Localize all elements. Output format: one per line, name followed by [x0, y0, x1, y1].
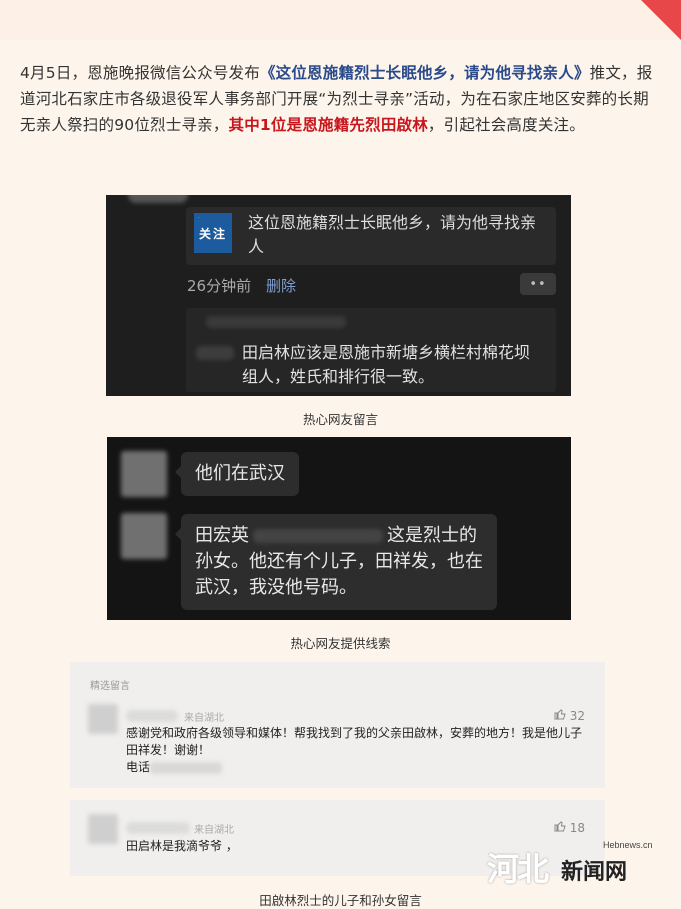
comment-text-2: 田启林是我滴爷爷 ， [126, 839, 238, 853]
logo-name: 新闻网 [561, 860, 628, 885]
comment-phone-line: 电话 [126, 759, 223, 776]
thumb-caption: · [198, 215, 200, 221]
top-bar [0, 0, 681, 40]
intro-highlight: 其中1位是恩施籍先烈田啟林 [228, 116, 428, 134]
caption-3: 田啟林烈士的儿子和孙女留言 [259, 893, 422, 908]
chat-screenshot: 他们在武汉 田宏英 这是烈士的孙女。他还有个儿子，田祥发，也在武汉，我没他号码。 [107, 437, 571, 620]
thumb-up-icon [554, 820, 566, 835]
comment-text-1: 感谢党和政府各级领导和媒体！帮我找到了我的父亲田啟林，安葬的地方！我是他儿子田祥… [126, 726, 583, 757]
comment-location-1: 来自湖北 [184, 713, 224, 724]
like-count-2: 18 [569, 820, 585, 835]
delete-link[interactable]: 删除 [266, 275, 296, 296]
reply-box: 田启林应该是恩施市新塘乡横栏村棉花坝组人，姓氏和排行很一致。 [186, 308, 556, 392]
article-thumbnail: · 关注 [194, 213, 232, 253]
chat-bubble-2: 田宏英 这是烈士的孙女。他还有个儿子，田祥发，也在武汉，我没他号码。 [175, 514, 497, 610]
comment-location-2: 来自湖北 [194, 825, 234, 836]
blurred-username [126, 710, 178, 722]
reply-text: 田启林应该是恩施市新塘乡横栏村棉花坝组人，姓氏和排行很一致。 [242, 343, 531, 386]
article-card-title: 这位恩施籍烈士长眠他乡，请为他寻找亲人 [248, 213, 537, 256]
comment-avatar-1 [88, 704, 118, 734]
like-count-1: 32 [569, 708, 585, 723]
blurred-phone-number [150, 761, 223, 774]
like-button-2[interactable]: 18 [554, 820, 585, 835]
blurred-username [196, 346, 234, 360]
comment-time: 26分钟前 [187, 277, 252, 295]
article-link[interactable]: 《这位恩施籍烈士长眠他乡，请为他寻找亲人》 [260, 64, 590, 82]
hebnews-logo: 河北 Hebnews.cn 新闻网 [473, 838, 663, 888]
comment-avatar-2 [88, 814, 118, 844]
blurred-text [206, 316, 346, 328]
corner-decoration [641, 0, 681, 40]
intro-paragraph: 4月5日，恩施晚报微信公众号发布《这位恩施籍烈士长眠他乡，请为他寻找亲人》推文，… [20, 60, 660, 138]
logo-mark: 河北 [487, 850, 549, 888]
chat-avatar-2 [121, 513, 167, 559]
caption-2: 热心网友提供线索 [290, 636, 391, 651]
chat-avatar-1 [121, 451, 167, 497]
chat-bubble-1: 他们在武汉 [175, 452, 299, 496]
featured-comments-header: 精选留言 [90, 681, 130, 692]
comment-screenshot-1: · 关注 这位恩施籍烈士长眠他乡，请为他寻找亲人 26分钟前 删除 •• 田启林… [106, 195, 571, 396]
thumb-up-icon [554, 708, 566, 723]
chat-message-2-a: 这是烈士 [387, 525, 459, 546]
more-options-button[interactable]: •• [520, 273, 556, 295]
chat-message-2-name: 田宏英 [195, 525, 249, 546]
logo-site: Hebnews.cn [603, 840, 653, 850]
intro-text-1: 4月5日，恩施晚报微信公众号发布 [20, 64, 260, 82]
blurred-username-2 [126, 822, 190, 834]
blurred-phone [253, 529, 383, 543]
phone-label: 电话 [126, 760, 151, 774]
caption-1: 热心网友留言 [302, 412, 378, 427]
article-card[interactable]: · 关注 这位恩施籍烈士长眠他乡，请为他寻找亲人 [186, 207, 556, 265]
featured-comments-panel: 精选留言 来自湖北 32 感谢党和政府各级领导和媒体！帮我找到了我的父亲田啟林，… [70, 662, 605, 788]
intro-text-3: ，引起社会高度关注。 [427, 116, 585, 134]
blurred-avatar [128, 195, 188, 203]
like-button-1[interactable]: 32 [554, 708, 585, 723]
thumbnail-badge: 关注 [198, 226, 227, 241]
chat-message-1: 他们在武汉 [195, 463, 285, 484]
